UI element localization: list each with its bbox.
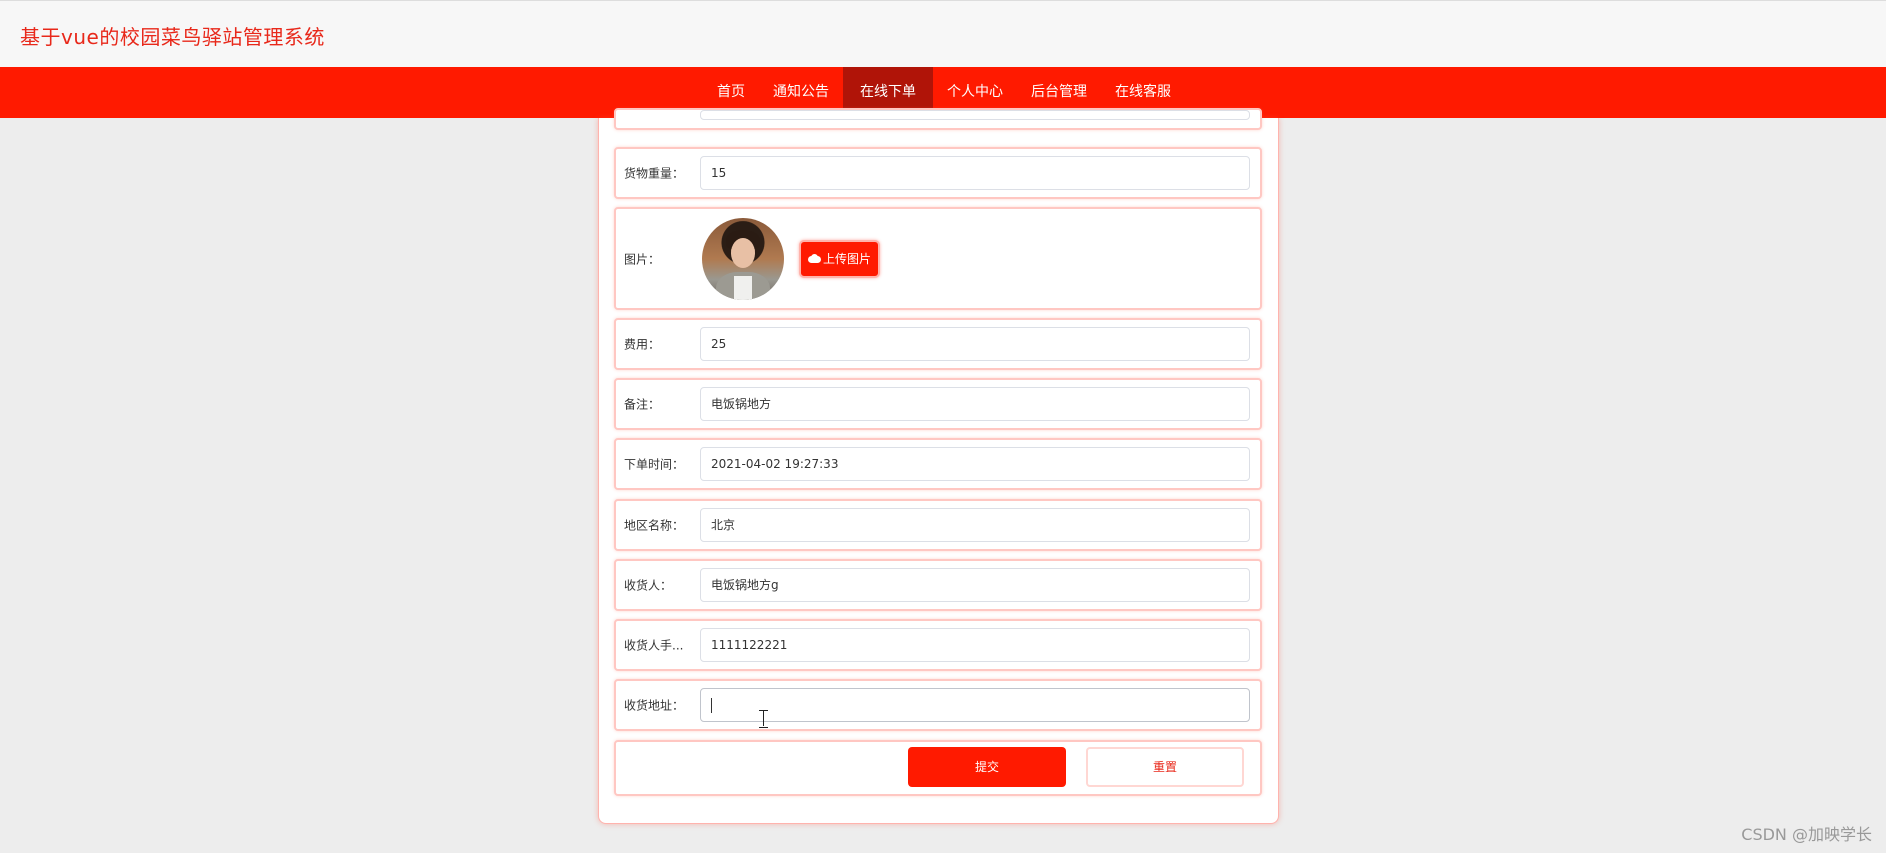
- form-row-fee: 费用： 25: [614, 318, 1262, 370]
- form-row-image: 图片： 上传图片: [614, 207, 1262, 310]
- upload-image-button[interactable]: 上传图片: [799, 240, 880, 278]
- reset-button[interactable]: 重置: [1086, 747, 1244, 787]
- region-label: 地区名称：: [624, 518, 685, 533]
- form-row-receiver: 收货人： 电饭锅地方g: [614, 559, 1262, 611]
- cloud-upload-icon: [807, 254, 821, 263]
- receiver-input[interactable]: 电饭锅地方g: [700, 568, 1250, 602]
- form-row-order-time: 下单时间： 2021-04-02 19:27:33: [614, 438, 1262, 490]
- submit-button[interactable]: 提交: [908, 747, 1066, 787]
- region-input[interactable]: 北京: [700, 508, 1250, 542]
- uploaded-image[interactable]: [702, 218, 784, 300]
- form-row-region: 地区名称： 北京: [614, 499, 1262, 551]
- receiver-phone-input[interactable]: 1111122221: [700, 628, 1250, 662]
- text-caret: [711, 698, 712, 713]
- remark-input[interactable]: 电饭锅地方: [700, 387, 1250, 421]
- form-row-address: 收货地址：: [614, 679, 1262, 731]
- top-header: 基于vue的校园菜鸟驿站管理系统: [0, 0, 1886, 67]
- form-row-receiver-phone: 收货人手... 1111122221: [614, 619, 1262, 671]
- order-time-input[interactable]: 2021-04-02 19:27:33: [700, 447, 1250, 481]
- watermark: CSDN @加映学长: [1741, 825, 1872, 844]
- form-row-partial: [614, 108, 1262, 130]
- weight-label: 货物重量：: [624, 166, 685, 181]
- receiver-phone-label: 收货人手...: [624, 638, 684, 653]
- order-form: 货物重量： 15 图片： 上传图片 费用： 25 备注： 电饭锅地方 下单时间：…: [598, 108, 1279, 824]
- address-label: 收货地址：: [624, 698, 685, 713]
- partial-input[interactable]: [700, 110, 1250, 120]
- fee-input[interactable]: 25: [700, 327, 1250, 361]
- address-input[interactable]: [700, 688, 1250, 722]
- fee-label: 费用：: [624, 337, 661, 352]
- form-row-weight: 货物重量： 15: [614, 147, 1262, 199]
- order-time-label: 下单时间：: [624, 457, 685, 472]
- upload-image-label: 上传图片: [822, 252, 871, 266]
- form-row-actions: 提交 重置: [614, 740, 1262, 796]
- weight-input[interactable]: 15: [700, 156, 1250, 190]
- image-label: 图片：: [624, 252, 661, 266]
- receiver-label: 收货人：: [624, 578, 673, 593]
- site-title: 基于vue的校园菜鸟驿站管理系统: [20, 25, 325, 49]
- mouse-ibeam-cursor-icon: [759, 710, 768, 728]
- form-row-remark: 备注： 电饭锅地方: [614, 378, 1262, 430]
- remark-label: 备注：: [624, 397, 661, 412]
